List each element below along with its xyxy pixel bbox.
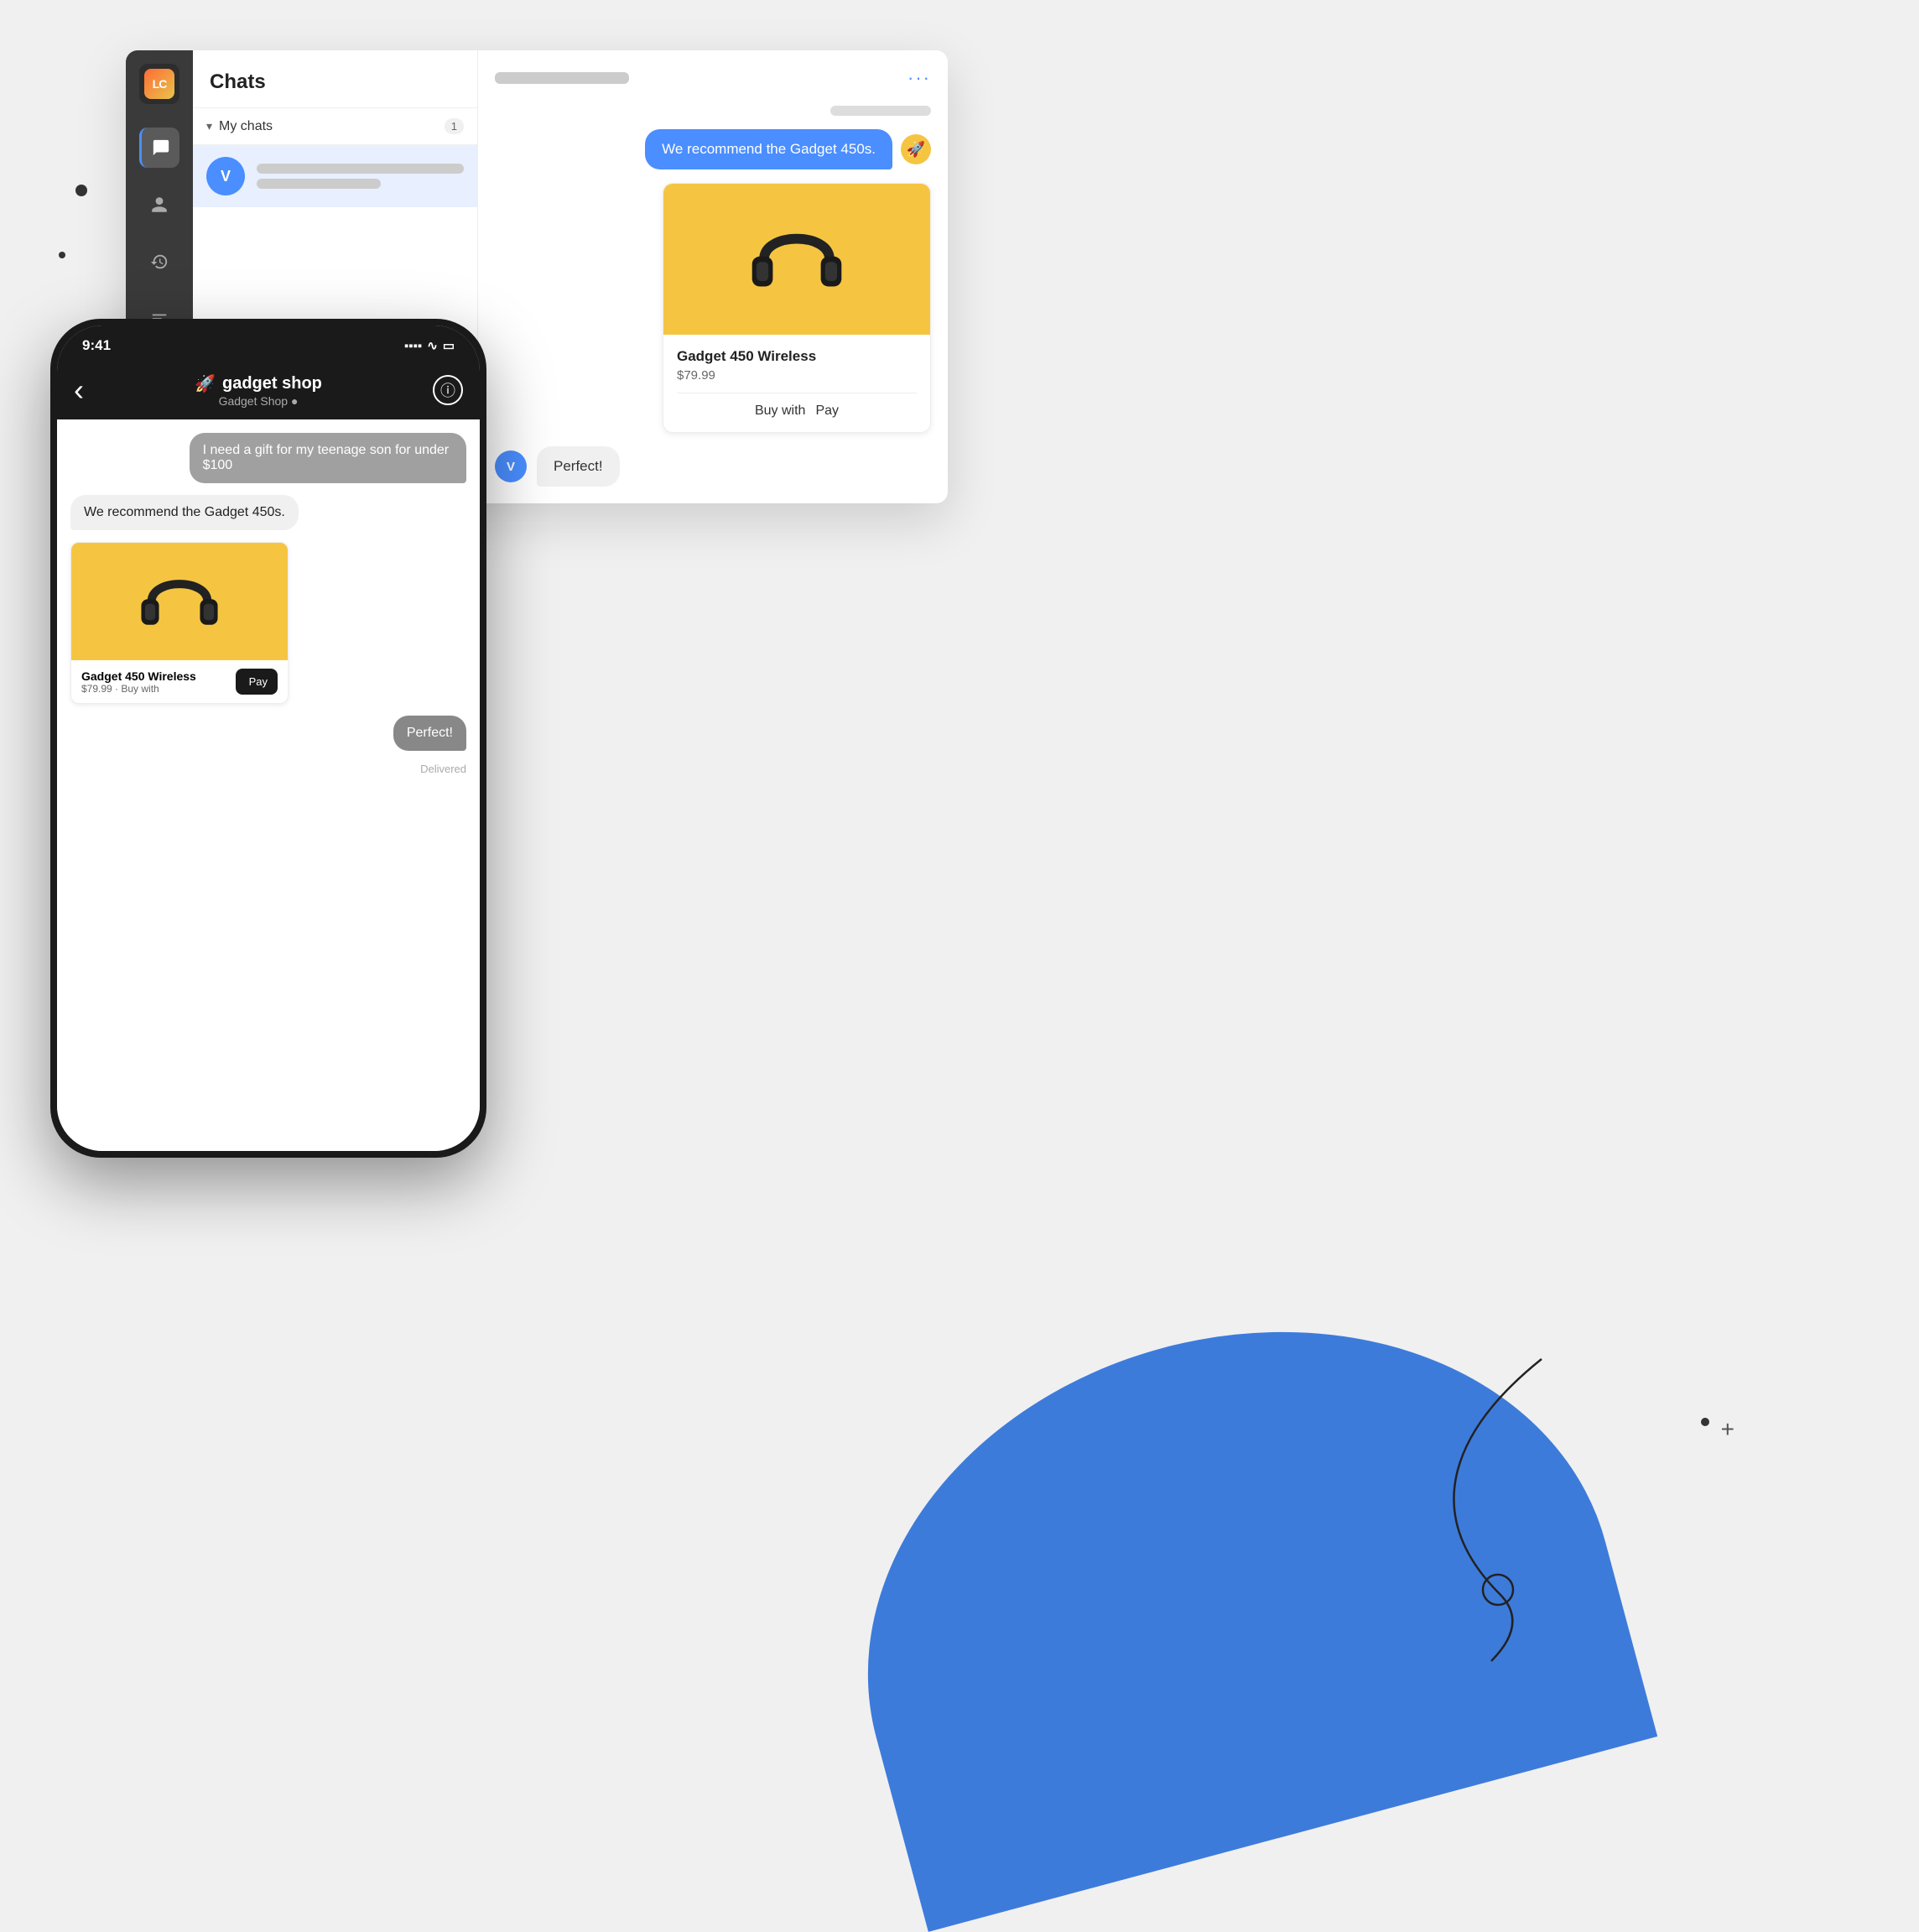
outgoing-message-bubble: We recommend the Gadget 450s. bbox=[645, 129, 892, 169]
back-arrow-icon[interactable]: ‹ bbox=[74, 372, 84, 408]
app-logo: LC bbox=[139, 64, 179, 104]
buy-label: Buy with bbox=[755, 404, 805, 419]
sidebar-item-chats[interactable] bbox=[139, 128, 179, 168]
contacts-icon bbox=[150, 195, 169, 214]
mobile-phone: 9:41 ▪▪▪▪ ∿ ▭ ‹ 🚀 gadget shop Gadget Sho… bbox=[50, 319, 486, 1158]
signal-icon: ▪▪▪▪ bbox=[404, 339, 422, 353]
decorative-dot-3 bbox=[1701, 1418, 1709, 1426]
phone-agent-message: We recommend the Gadget 450s. bbox=[70, 495, 299, 530]
phone-user-message: I need a gift for my teenage son for und… bbox=[190, 433, 466, 483]
phone-product-info: Gadget 450 Wireless $79.99 · Buy with Pa… bbox=[71, 660, 288, 703]
rocket-badge-icon: 🚀 bbox=[901, 134, 931, 164]
chat-avatar: V bbox=[206, 157, 245, 195]
decorative-dot-2 bbox=[59, 252, 65, 258]
phone-pay-label: Pay bbox=[249, 675, 268, 688]
phone-product-image bbox=[71, 543, 288, 660]
phone-delivered-status: Delivered bbox=[420, 763, 466, 775]
phone-headphones-illustration bbox=[129, 560, 230, 643]
phone-time: 9:41 bbox=[82, 337, 111, 354]
chat-preview bbox=[257, 164, 464, 189]
chat-area: ··· We recommend the Gadget 450s. 🚀 bbox=[478, 50, 948, 503]
decorative-dot-1 bbox=[75, 185, 87, 196]
product-info: Gadget 450 Wireless $79.99 Buy with Pay bbox=[663, 335, 930, 432]
product-image bbox=[663, 184, 930, 335]
phone-reply-message: Perfect! bbox=[393, 716, 466, 751]
decorative-plus: + bbox=[1721, 1416, 1734, 1443]
more-options-icon[interactable]: ··· bbox=[907, 67, 931, 89]
chat-area-header: ··· bbox=[495, 67, 931, 89]
phone-status-bar: 9:41 ▪▪▪▪ ∿ ▭ bbox=[57, 325, 480, 361]
incoming-message-row: V Perfect! bbox=[495, 446, 931, 487]
headphones-illustration bbox=[742, 209, 851, 310]
chat-count-badge: 1 bbox=[445, 118, 464, 134]
chat-preview-line-2 bbox=[257, 179, 381, 189]
chat-preview-line-1 bbox=[257, 164, 464, 174]
phone-status-icons: ▪▪▪▪ ∿ ▭ bbox=[404, 338, 455, 353]
history-icon bbox=[150, 253, 169, 271]
info-icon[interactable]: ⓘ bbox=[433, 375, 463, 405]
pay-label: Pay bbox=[815, 404, 839, 419]
phone-shop-status: Gadget Shop ● bbox=[96, 394, 421, 408]
product-price: $79.99 bbox=[677, 368, 917, 383]
incoming-avatar: V bbox=[495, 450, 527, 482]
msg-timestamp-placeholder bbox=[830, 106, 931, 116]
phone-body: 9:41 ▪▪▪▪ ∿ ▭ ‹ 🚀 gadget shop Gadget Sho… bbox=[50, 319, 486, 1158]
battery-icon: ▭ bbox=[443, 338, 455, 353]
wifi-icon: ∿ bbox=[427, 338, 438, 353]
my-chats-label: My chats bbox=[219, 119, 438, 134]
decorative-curve bbox=[1374, 1342, 1625, 1678]
outgoing-message-text: We recommend the Gadget 450s. bbox=[662, 141, 876, 158]
phone-product-name: Gadget 450 Wireless bbox=[81, 669, 196, 683]
phone-messages: I need a gift for my teenage son for und… bbox=[57, 419, 480, 1151]
buy-with-applepay-button[interactable]: Buy with Pay bbox=[677, 404, 917, 419]
phone-chat-title: 🚀 gadget shop Gadget Shop ● bbox=[96, 373, 421, 408]
sidebar-item-history[interactable] bbox=[139, 242, 179, 282]
chat-header-placeholder bbox=[495, 72, 629, 84]
rocket-icon-small: 🚀 bbox=[195, 373, 216, 394]
message-area: We recommend the Gadget 450s. 🚀 bbox=[495, 106, 931, 487]
phone-apple-pay-button[interactable]: Pay bbox=[236, 669, 278, 695]
chats-header-title: Chats bbox=[193, 50, 477, 108]
phone-shop-name: 🚀 gadget shop bbox=[96, 373, 421, 394]
phone-product-price: $79.99 · Buy with bbox=[81, 683, 196, 695]
chat-icon bbox=[152, 138, 170, 157]
product-name: Gadget 450 Wireless bbox=[677, 348, 917, 365]
product-card: Gadget 450 Wireless $79.99 Buy with Pay bbox=[663, 183, 931, 433]
lc-logo-text: LC bbox=[144, 69, 174, 99]
sidebar-item-contacts[interactable] bbox=[139, 185, 179, 225]
incoming-message-bubble: Perfect! bbox=[537, 446, 620, 487]
phone-screen: 9:41 ▪▪▪▪ ∿ ▭ ‹ 🚀 gadget shop Gadget Sho… bbox=[57, 325, 480, 1151]
phone-header: ‹ 🚀 gadget shop Gadget Shop ● ⓘ bbox=[57, 361, 480, 419]
chevron-down-icon: ▾ bbox=[206, 119, 212, 133]
phone-product-details: Gadget 450 Wireless $79.99 · Buy with bbox=[81, 669, 196, 695]
outgoing-message-row: We recommend the Gadget 450s. 🚀 bbox=[495, 129, 931, 169]
phone-product-card: Gadget 450 Wireless $79.99 · Buy with Pa… bbox=[70, 542, 289, 704]
chat-list-item[interactable]: V bbox=[193, 145, 477, 207]
my-chats-section[interactable]: ▾ My chats 1 bbox=[193, 108, 477, 145]
